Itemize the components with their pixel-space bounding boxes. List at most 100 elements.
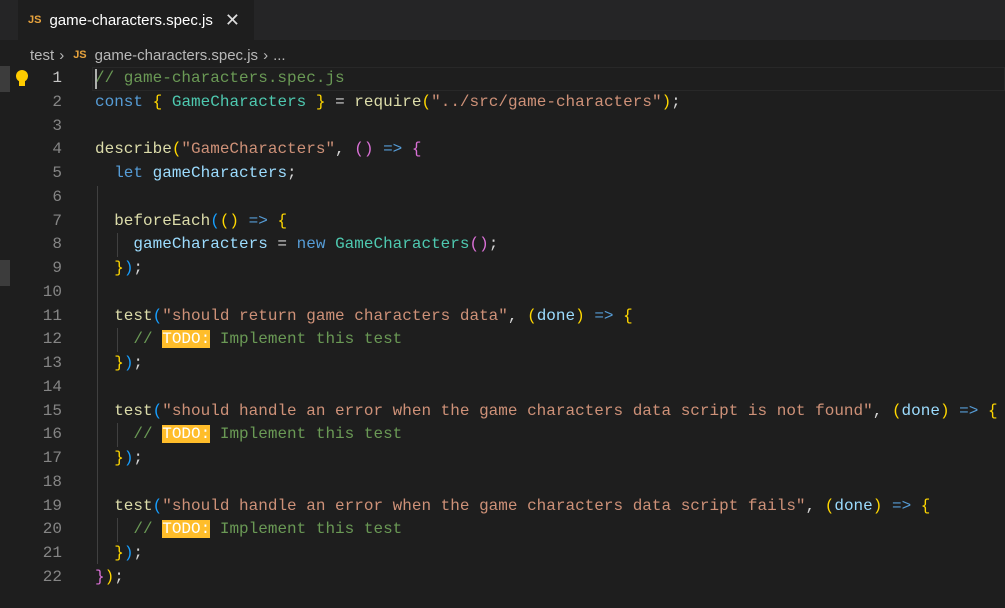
code-token: { bbox=[920, 496, 931, 515]
code-token: "GameCharacters" bbox=[181, 140, 336, 159]
chevron-right-icon: › bbox=[59, 46, 65, 64]
code-token: done bbox=[834, 496, 873, 515]
code-editor[interactable]: 1 // game-characters.spec.js 2 const { Game… bbox=[0, 67, 1005, 590]
code-line[interactable]: 7 beforeEach(() => { bbox=[0, 210, 1005, 234]
code-line[interactable]: 12 // TODO: Implement this test bbox=[0, 328, 1005, 352]
code-token: => bbox=[891, 496, 912, 515]
code-line[interactable]: 10 bbox=[0, 281, 1005, 305]
code-token: ) bbox=[661, 92, 672, 111]
code-token: ( bbox=[171, 140, 182, 159]
line-number: 12 bbox=[42, 330, 62, 349]
line-number: 3 bbox=[52, 116, 62, 135]
code-line[interactable]: 19 test("should handle an error when the… bbox=[0, 495, 1005, 519]
line-number: 10 bbox=[42, 282, 62, 301]
code-text: // game-characters.spec.js bbox=[95, 67, 345, 91]
tab-bar: JS game-characters.spec.js ✕ bbox=[0, 0, 1005, 40]
code-token: test bbox=[114, 401, 153, 420]
code-token: // bbox=[133, 425, 163, 444]
breadcrumb-file[interactable]: game-characters.spec.js bbox=[95, 47, 258, 64]
code-text: const { GameCharacters } = require("../s… bbox=[95, 91, 681, 115]
code-line[interactable]: 8 gameCharacters = new GameCharacters(); bbox=[0, 233, 1005, 257]
code-line[interactable]: 1 // game-characters.spec.js bbox=[0, 67, 1005, 91]
code-line[interactable]: 18 bbox=[0, 471, 1005, 495]
code-token: ) bbox=[123, 544, 134, 562]
code-token: beforeEach bbox=[114, 211, 211, 230]
code-token: done bbox=[901, 401, 940, 420]
code-token: () bbox=[354, 140, 374, 159]
code-token: { bbox=[277, 211, 288, 230]
line-number: 4 bbox=[52, 140, 62, 159]
code-token: => bbox=[959, 401, 979, 420]
code-line[interactable]: 20 // TODO: Implement this test bbox=[0, 518, 1005, 542]
code-token: { bbox=[411, 140, 422, 159]
code-token: "should handle an error when the game ch… bbox=[162, 496, 806, 515]
line-number: 19 bbox=[42, 496, 62, 515]
line-number: 9 bbox=[52, 259, 62, 277]
code-line[interactable]: 22}); bbox=[0, 566, 1005, 590]
code-line[interactable]: 6 bbox=[0, 186, 1005, 210]
code-line[interactable]: 3 bbox=[0, 115, 1005, 139]
code-text: }); bbox=[95, 447, 143, 471]
code-line[interactable]: 14 bbox=[0, 376, 1005, 400]
code-token: } bbox=[114, 259, 124, 277]
code-token: // bbox=[133, 520, 163, 539]
code-line[interactable]: 15 test("should handle an error when the… bbox=[0, 400, 1005, 424]
tab-game-characters-spec[interactable]: JS game-characters.spec.js ✕ bbox=[18, 0, 254, 40]
code-token: ( bbox=[824, 496, 835, 515]
code-token: , bbox=[335, 140, 355, 159]
line-number: 6 bbox=[52, 187, 62, 206]
code-line[interactable]: 5 let gameCharacters; bbox=[0, 162, 1005, 186]
code-text: }); bbox=[95, 257, 143, 281]
line-number: 14 bbox=[42, 377, 62, 396]
code-token: ; bbox=[671, 92, 681, 111]
code-token: ; bbox=[114, 567, 124, 586]
code-token: Implement this test bbox=[210, 330, 403, 349]
code-line[interactable]: 2 const { GameCharacters } = require("../… bbox=[0, 91, 1005, 115]
code-line[interactable]: 9 }); bbox=[0, 257, 1005, 281]
code-token: gameCharacters bbox=[152, 164, 288, 182]
code-token: ) bbox=[575, 306, 585, 325]
code-token: GameCharacters bbox=[171, 92, 307, 111]
todo-highlight: TODO: bbox=[162, 330, 211, 349]
code-token: ( bbox=[210, 211, 220, 230]
code-token: Implement this test bbox=[210, 520, 403, 539]
code-token: => bbox=[383, 140, 403, 159]
breadcrumb-more[interactable]: ... bbox=[273, 47, 286, 64]
code-line[interactable]: 17 }); bbox=[0, 447, 1005, 471]
code-line[interactable]: 13 }); bbox=[0, 352, 1005, 376]
line-number: 22 bbox=[42, 567, 62, 586]
code-token: ( bbox=[152, 401, 163, 420]
code-line[interactable]: 16 // TODO: Implement this test bbox=[0, 423, 1005, 447]
code-text: beforeEach(() => { bbox=[95, 210, 287, 234]
code-token: "should handle an error when the game ch… bbox=[162, 401, 873, 420]
code-token: ) bbox=[104, 567, 115, 586]
code-text: let gameCharacters; bbox=[95, 162, 296, 186]
code-token: => bbox=[248, 211, 268, 230]
tab-label: game-characters.spec.js bbox=[49, 11, 213, 29]
close-icon[interactable]: ✕ bbox=[225, 10, 240, 31]
code-line[interactable]: 11 test("should return game characters d… bbox=[0, 305, 1005, 329]
code-token: } bbox=[114, 544, 124, 562]
code-line[interactable]: 4 describe("GameCharacters", () => { bbox=[0, 138, 1005, 162]
code-text: }); bbox=[95, 352, 143, 376]
code-token: , bbox=[507, 306, 528, 325]
chevron-right-icon: › bbox=[263, 46, 269, 64]
code-line[interactable]: 21 }); bbox=[0, 542, 1005, 566]
code-token: ( bbox=[421, 92, 432, 111]
breadcrumb-folder[interactable]: test bbox=[30, 47, 54, 64]
text-cursor bbox=[95, 69, 97, 89]
code-token: ( bbox=[152, 496, 163, 515]
code-token: "should return game characters data" bbox=[162, 306, 508, 325]
